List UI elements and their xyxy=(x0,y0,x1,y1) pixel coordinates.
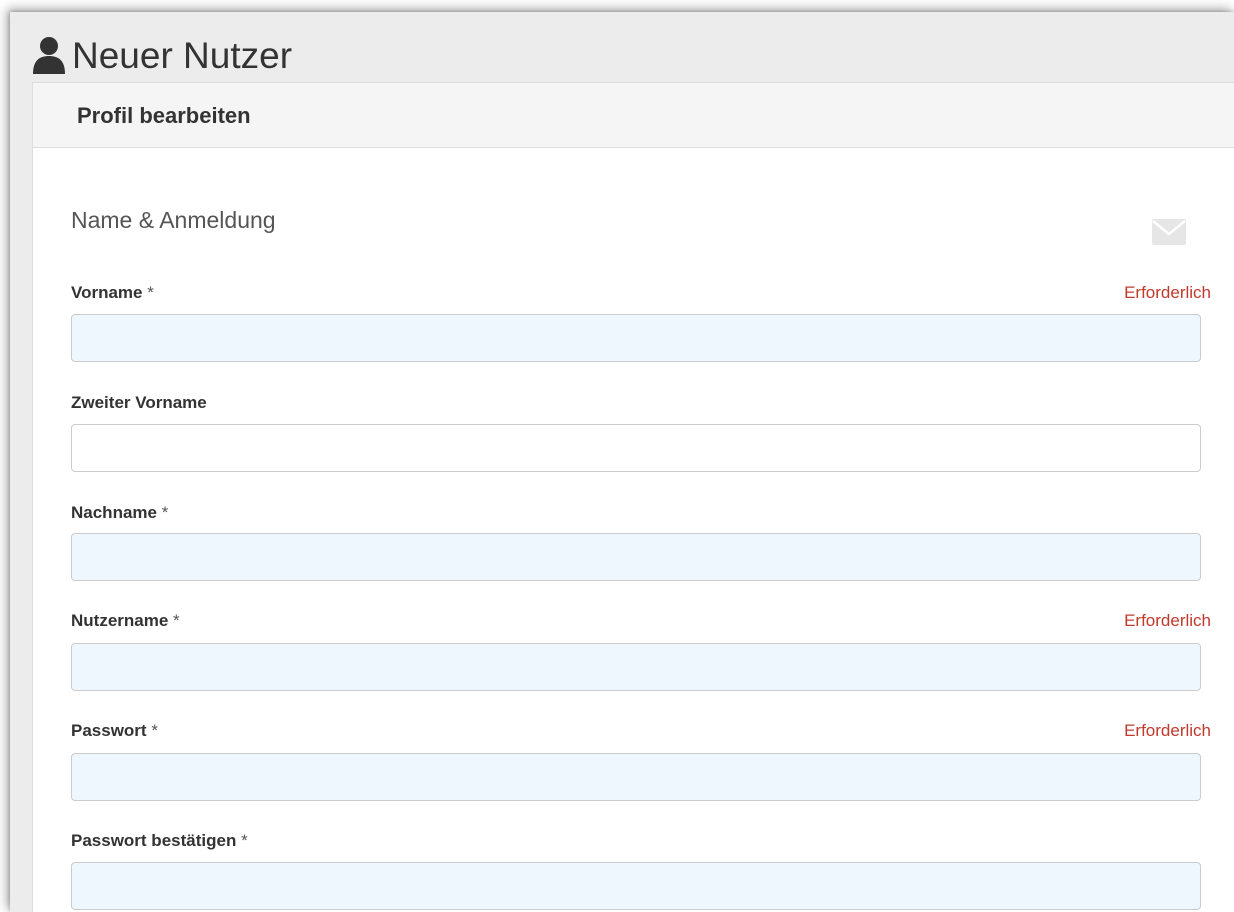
username-label-text: Nutzername xyxy=(71,611,169,630)
required-mark: * xyxy=(151,721,158,740)
password-confirm-label-text: Passwort bestätigen xyxy=(71,831,237,850)
page-header: Neuer Nutzer xyxy=(10,12,1234,82)
page-title: Neuer Nutzer xyxy=(72,35,293,76)
section-title: Name & Anmeldung xyxy=(71,207,276,233)
envelope-icon[interactable] xyxy=(1152,219,1186,245)
password-confirm-label: Passwort bestätigen * xyxy=(71,831,248,851)
username-label: Nutzername * xyxy=(71,611,180,631)
required-mark: * xyxy=(161,503,169,522)
firstname-label: Vorname * xyxy=(71,283,154,303)
password-input[interactable] xyxy=(71,753,1201,801)
password-label-text: Passwort xyxy=(71,721,147,740)
lastname-input[interactable] xyxy=(71,533,1201,581)
firstname-label-text: Vorname xyxy=(71,283,143,302)
middlename-label: Zweiter Vorname xyxy=(71,393,207,413)
username-error: Erforderlich xyxy=(1124,611,1211,630)
password-label: Passwort * xyxy=(71,721,158,741)
required-mark: * xyxy=(173,611,180,630)
password-error: Erforderlich xyxy=(1124,721,1211,740)
firstname-input[interactable] xyxy=(71,314,1201,362)
screen: Neuer Nutzer Profil bearbeiten Name & An… xyxy=(0,0,1234,912)
firstname-error: Erforderlich xyxy=(1124,283,1211,302)
username-input[interactable] xyxy=(71,643,1201,691)
panel-heading: Profil bearbeiten xyxy=(33,83,1234,148)
lastname-label: Nachname * xyxy=(71,503,168,523)
user-icon xyxy=(33,37,65,74)
middlename-label-text: Zweiter Vorname xyxy=(71,393,207,412)
required-mark: * xyxy=(241,831,248,850)
required-mark: * xyxy=(147,283,154,302)
password-confirm-input[interactable] xyxy=(71,862,1201,910)
lastname-label-text: Nachname xyxy=(71,503,157,522)
profile-panel: Profil bearbeiten Name & Anmeldung Vorna… xyxy=(32,82,1234,912)
panel-title: Profil bearbeiten xyxy=(77,103,251,128)
middlename-input[interactable] xyxy=(71,424,1201,472)
app-window: Neuer Nutzer Profil bearbeiten Name & An… xyxy=(10,12,1234,912)
